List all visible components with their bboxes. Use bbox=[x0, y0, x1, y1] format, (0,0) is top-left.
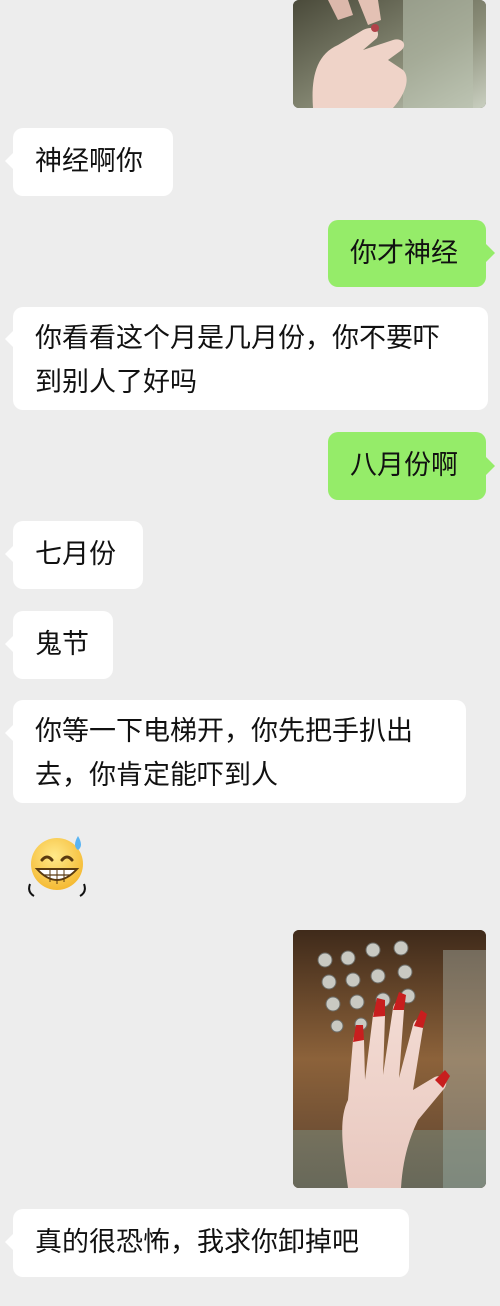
message-text-line: 到别人了好吗 bbox=[35, 367, 197, 398]
message-bubble[interactable]: 七月份 bbox=[13, 521, 143, 589]
bubble-tail bbox=[486, 457, 495, 475]
bubble-tail bbox=[486, 244, 495, 262]
message-bubble[interactable]: 真的很恐怖，我求你卸掉吧 bbox=[13, 1209, 409, 1277]
outgoing-photo-hand[interactable] bbox=[293, 0, 486, 108]
message-bubble[interactable]: 你看看这个月是几月份，你不要吓 到别人了好吗 bbox=[13, 307, 488, 410]
elevator-hand-photo-icon bbox=[293, 930, 486, 1188]
message-text: 八月份啊 bbox=[350, 450, 458, 481]
message-bubble[interactable]: 八月份啊 bbox=[328, 432, 486, 500]
message-text: 神经啊你 bbox=[35, 146, 143, 177]
grinning-sweat-icon bbox=[28, 836, 86, 897]
message-text: 真的很恐怖，我求你卸掉吧 bbox=[35, 1227, 359, 1258]
message-bubble[interactable]: 你等一下电梯开，你先把手扒出 去，你肯定能吓到人 bbox=[13, 700, 466, 803]
message-bubble[interactable]: 鬼节 bbox=[13, 611, 113, 679]
message-bubble[interactable]: 神经啊你 bbox=[13, 128, 173, 196]
message-bubble[interactable]: 你才神经 bbox=[328, 220, 486, 287]
message-text-line: 去，你肯定能吓到人 bbox=[35, 760, 278, 791]
message-text: 七月份 bbox=[35, 539, 116, 570]
message-text-line: 你等一下电梯开，你先把手扒出 bbox=[35, 716, 413, 747]
grinning-sweat-emoji[interactable] bbox=[24, 830, 94, 900]
message-text: 鬼节 bbox=[35, 629, 89, 660]
outgoing-photo-elevator[interactable] bbox=[293, 930, 486, 1188]
message-text-line: 你看看这个月是几月份，你不要吓 bbox=[35, 323, 440, 354]
hand-photo-icon bbox=[293, 0, 486, 108]
message-text: 你才神经 bbox=[350, 238, 458, 269]
